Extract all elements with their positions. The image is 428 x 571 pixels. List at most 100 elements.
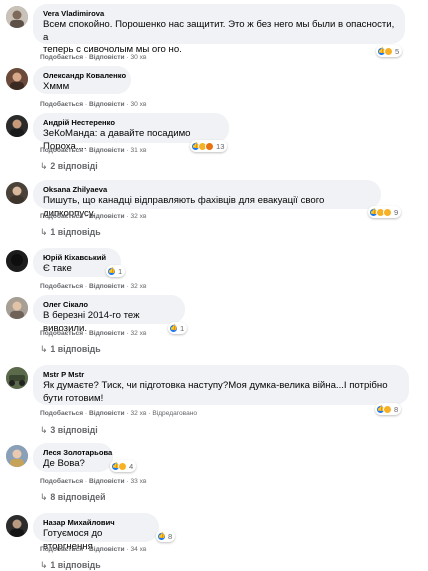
- reaction-count: 1: [180, 323, 185, 333]
- comment-author[interactable]: Олександр Коваленко: [43, 71, 126, 81]
- comment-bubble: Леся Золотарьова Де Вова?: [33, 443, 113, 472]
- like-icon: 👍: [157, 531, 166, 541]
- comment-time[interactable]: 32 хв: [130, 283, 146, 290]
- view-replies-link[interactable]: ↳ 8 відповідей: [40, 492, 106, 503]
- like-link[interactable]: Подобається: [40, 330, 83, 337]
- comment-time[interactable]: 30 хв: [130, 54, 146, 61]
- separator: ·: [126, 478, 129, 485]
- comment-actions: Подобається · Відповісти · 34 хв: [40, 546, 146, 553]
- view-replies-link[interactable]: ↳ 3 відповіді: [40, 425, 98, 436]
- comment-time[interactable]: 33 хв: [130, 478, 146, 485]
- reply-arrow-icon: ↳: [40, 344, 48, 354]
- comment-author[interactable]: Андрій Нестеренко: [43, 118, 219, 128]
- reply-link[interactable]: Відповісти: [89, 478, 125, 485]
- separator: ·: [126, 283, 129, 290]
- like-icon: 👍: [169, 323, 178, 333]
- comment-author[interactable]: Юрій Кіхавський: [43, 253, 111, 263]
- comment-time[interactable]: 31 хв: [130, 147, 146, 154]
- view-replies-link[interactable]: ↳ 1 відповідь: [40, 227, 101, 238]
- like-link[interactable]: Подобається: [40, 478, 83, 485]
- reaction-count: 4: [129, 461, 134, 471]
- comment-author[interactable]: Назар Михайлович: [43, 518, 149, 528]
- comment-author[interactable]: Олег Сікало: [43, 300, 175, 310]
- avatar[interactable]: [6, 6, 28, 28]
- comment-author[interactable]: Леся Золотарьова: [43, 448, 112, 458]
- like-link[interactable]: Подобається: [40, 101, 83, 108]
- reactions-summary[interactable]: 👍 13: [190, 140, 228, 152]
- reply-link[interactable]: Відповісти: [89, 101, 125, 108]
- reply-link[interactable]: Відповісти: [89, 283, 125, 290]
- avatar[interactable]: [6, 182, 28, 204]
- separator: ·: [126, 147, 129, 154]
- reply-link[interactable]: Відповісти: [89, 147, 125, 154]
- comment-author[interactable]: Oksana Zhilyaeva: [43, 185, 371, 195]
- comment-time[interactable]: 34 хв: [130, 546, 146, 553]
- avatar[interactable]: [6, 515, 28, 537]
- comment-time[interactable]: 32 хв: [130, 213, 146, 220]
- comment-time[interactable]: 32 хв: [130, 330, 146, 337]
- view-replies-link[interactable]: ↳ 2 відповіді: [40, 161, 98, 172]
- comment-text-line: Де Вова?: [43, 458, 85, 469]
- reply-link[interactable]: Відповісти: [89, 410, 125, 417]
- avatar[interactable]: [6, 250, 28, 272]
- comment-text-line: Всем спокойно. Порошенко нас защитит. Эт…: [43, 19, 395, 43]
- haha-icon: [118, 461, 127, 471]
- replies-count[interactable]: 8 відповідей: [50, 492, 105, 502]
- comment-time[interactable]: 32 хв: [130, 410, 146, 417]
- like-link[interactable]: Подобається: [40, 54, 83, 61]
- reaction-count: 5: [395, 46, 400, 56]
- reactions-summary[interactable]: 👍 1: [106, 265, 126, 277]
- view-replies-link[interactable]: ↳ 1 відповідь: [40, 344, 101, 355]
- separator: ·: [126, 330, 129, 337]
- separator: ·: [126, 546, 129, 553]
- reply-arrow-icon: ↳: [40, 161, 48, 171]
- avatar[interactable]: [6, 297, 28, 319]
- view-replies-link[interactable]: ↳ 1 відповідь: [40, 560, 101, 571]
- reaction-count: 8: [394, 404, 399, 414]
- like-link[interactable]: Подобається: [40, 410, 83, 417]
- reactions-summary[interactable]: 👍 5: [376, 45, 403, 57]
- avatar[interactable]: [6, 367, 28, 389]
- comment-author[interactable]: Vera Vladimirova: [43, 9, 395, 19]
- reply-link[interactable]: Відповісти: [89, 213, 125, 220]
- comment-bubble: Андрій Нестеренко ЗеКоМанда: а давайте п…: [33, 113, 229, 152]
- reactions-summary[interactable]: 👍 8: [156, 530, 176, 542]
- reply-link[interactable]: Відповісти: [89, 330, 125, 337]
- reply-arrow-icon: ↳: [40, 227, 48, 237]
- reply-arrow-icon: ↳: [40, 425, 48, 435]
- reply-arrow-icon: ↳: [40, 560, 48, 570]
- like-link[interactable]: Подобається: [40, 147, 83, 154]
- reactions-summary[interactable]: 👍 9: [368, 206, 402, 218]
- reply-link[interactable]: Відповісти: [89, 54, 125, 61]
- comment-actions: Подобається · Відповісти · 31 хв: [40, 147, 146, 154]
- replies-count[interactable]: 2 відповіді: [50, 161, 97, 171]
- like-link[interactable]: Подобається: [40, 213, 83, 220]
- replies-count[interactable]: 1 відповідь: [50, 227, 100, 237]
- reactions-summary[interactable]: 👍 1: [168, 322, 188, 334]
- comment-actions: Подобається · Відповісти · 32 хв: [40, 213, 146, 220]
- comment-time[interactable]: 30 хв: [130, 101, 146, 108]
- haha-icon: [384, 46, 393, 56]
- comment-actions: Подобається · Відповісти · 32 хв: [40, 283, 146, 290]
- replies-count[interactable]: 1 відповідь: [50, 560, 100, 570]
- reply-link[interactable]: Відповісти: [89, 546, 125, 553]
- reactions-summary[interactable]: 👍 8: [375, 403, 402, 415]
- separator: ·: [126, 213, 129, 220]
- angry-icon: [205, 141, 214, 151]
- avatar[interactable]: [6, 68, 28, 90]
- reply-arrow-icon: ↳: [40, 492, 48, 502]
- reaction-count: 9: [394, 207, 399, 217]
- avatar[interactable]: [6, 115, 28, 137]
- comment-actions: Подобається · Відповісти · 30 хв: [40, 54, 146, 61]
- comment-text-line: Хммм: [43, 81, 70, 92]
- reactions-summary[interactable]: 👍 4: [110, 460, 137, 472]
- like-link[interactable]: Подобається: [40, 546, 83, 553]
- comment-author[interactable]: Mstr P Mstr: [43, 370, 399, 380]
- comment-bubble: Назар Михайлович Готуємося до вторгнення: [33, 513, 159, 552]
- like-link[interactable]: Подобається: [40, 283, 83, 290]
- replies-count[interactable]: 1 відповідь: [50, 344, 100, 354]
- avatar[interactable]: [6, 445, 28, 467]
- haha-icon: [383, 404, 392, 414]
- reaction-count: 1: [118, 266, 123, 276]
- replies-count[interactable]: 3 відповіді: [50, 425, 97, 435]
